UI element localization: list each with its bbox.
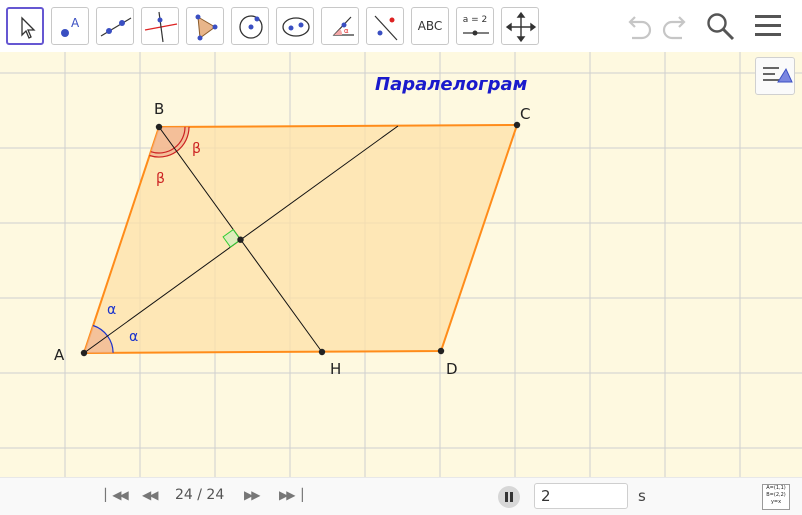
circle-tool-button[interactable] [231,7,269,45]
slider-tool-button[interactable]: a = 2 [456,7,494,45]
graphics-view[interactable] [0,52,802,477]
move-graphics-tool-button[interactable] [501,7,539,45]
slider-track [463,30,489,36]
label-b: B [154,100,165,118]
perpendicular-tool-button[interactable] [141,7,179,45]
svg-text:α: α [344,27,349,35]
point-icon: A [61,16,80,37]
graphics-svg[interactable] [0,52,802,477]
speed-unit: s [638,487,646,505]
point-d[interactable] [437,347,445,355]
reflect-icon [374,15,398,41]
redo-icon[interactable] [658,10,692,42]
point-b[interactable] [155,123,163,131]
point-intersection[interactable] [237,236,244,243]
point-h[interactable] [318,348,326,356]
angle-alpha-label-1: α [107,302,117,318]
label-c: C [520,105,531,123]
next-icon[interactable]: ▶▶ [244,488,261,502]
label-d: D [446,360,458,378]
algebra-icon-line3: y=x [770,499,782,505]
line-tool-button[interactable] [96,7,134,45]
point-tool-button[interactable]: A [51,7,89,45]
menu-icon[interactable] [751,10,785,42]
parallelogram[interactable] [82,123,519,355]
svg-text:A: A [71,16,80,30]
angle-beta-label-2: β [156,171,165,187]
step-counter: 24 / 24 [175,487,225,503]
angle-beta-label-1: β [192,141,201,157]
pause-button[interactable] [498,486,520,508]
angle-icon: α [332,16,354,36]
previous-icon[interactable]: ◀◀ [142,488,159,502]
conic-icon [282,17,310,37]
text-tool-button[interactable]: ABC [411,7,449,45]
speed-input[interactable]: 2 [534,483,628,509]
move-tool-button[interactable] [6,7,44,45]
toolbar: A α ABC a = 2 [0,0,802,53]
algebra-icon-line1: A=(1,1) [766,485,786,491]
angle-alpha-label-2: α [129,329,139,345]
polygon-icon [195,14,218,41]
perpendicular-icon [144,11,178,43]
angle-tool-button[interactable]: α [321,7,359,45]
algebra-icon-line2: B=(2,2) [766,492,786,498]
reflect-tool-button[interactable] [366,7,404,45]
line-icon [100,17,132,37]
style-bar-icon [763,67,793,83]
algebra-input-icon[interactable]: A=(1,1) B=(2,2) y=x [762,484,790,510]
label-h: H [330,360,342,378]
conic-tool-button[interactable] [276,7,314,45]
point-a[interactable] [80,349,88,357]
first-icon[interactable]: ▏◀◀ [105,488,129,502]
animation-bar: ▏◀◀ ◀◀ 24 / 24 ▶▶ ▶▶▕ 2 s A=(1,1) B=(2,2… [0,477,802,515]
undo-icon[interactable] [622,10,656,42]
style-bar-toggle[interactable] [755,57,795,95]
label-a: A [54,346,65,364]
last-icon[interactable]: ▶▶▕ [279,488,303,502]
polygon-tool-button[interactable] [186,7,224,45]
text-icon: ABC [417,19,443,33]
move-graphics-icon [505,11,537,43]
move-icon [21,16,36,39]
search-icon[interactable] [703,10,737,42]
circle-icon [239,15,263,39]
pause-icon [505,492,513,502]
construction-title: Паралелограм [375,74,528,95]
